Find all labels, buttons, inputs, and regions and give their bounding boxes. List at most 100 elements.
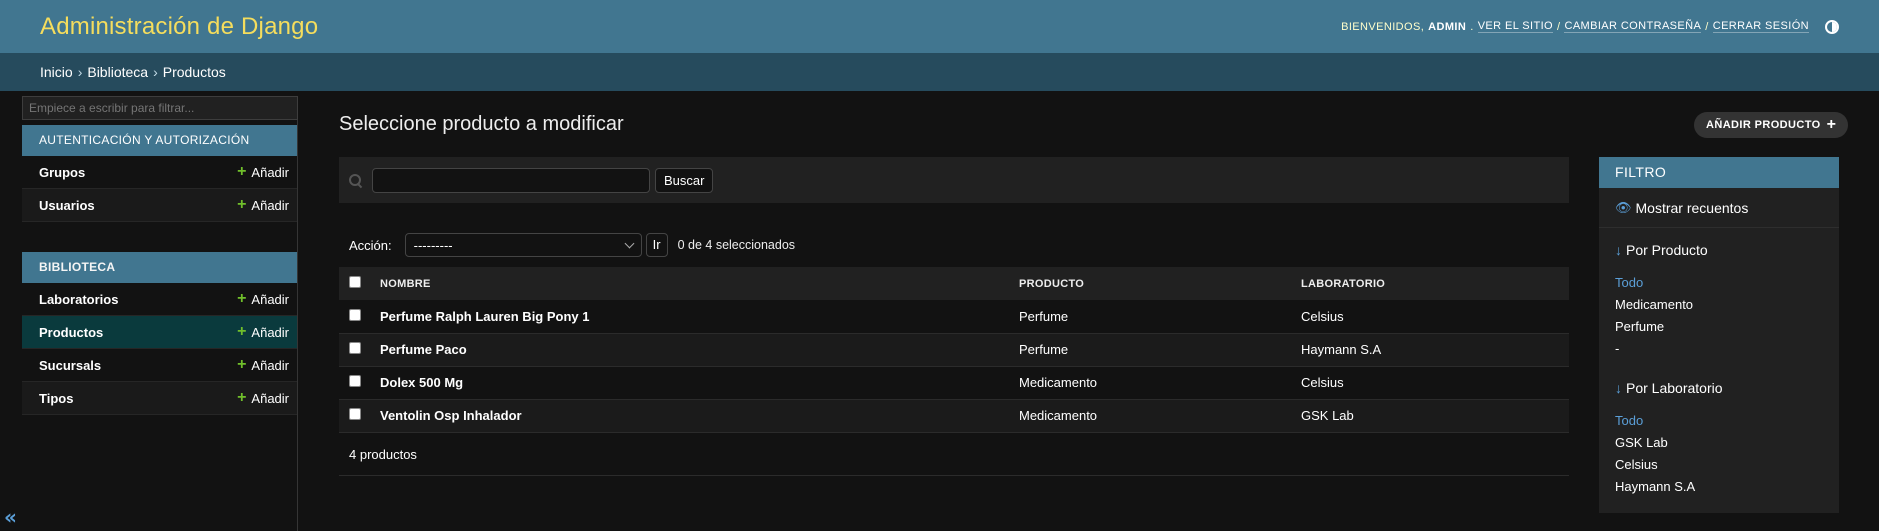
username: ADMIN [1428,20,1467,33]
cell-producto: Perfume [1019,308,1069,324]
arrow-down-icon: ↓ [1615,242,1622,258]
show-counts-link[interactable]: 👁 Mostrar recuentos [1599,188,1839,228]
show-counts-label: Mostrar recuentos [1635,199,1749,216]
module-spacer [22,222,297,247]
sidebar-item-label[interactable]: Laboratorios [39,292,118,307]
logout-link[interactable]: CERRAR SESIÓN [1712,20,1809,33]
welcome-text: BIENVENIDOS, [1341,20,1425,33]
add-label: Añadir [251,357,289,373]
filter-title-label: Por Producto [1626,242,1708,258]
row-link[interactable]: Perfume Paco [380,342,467,357]
action-select[interactable]: --------- [404,233,642,257]
cell-laboratorio: Celsius [1301,308,1344,324]
sidebar-item-grupos: Grupos + Añadir [22,156,297,189]
site-branding[interactable]: Administración de Django [40,13,318,41]
sidebar-item-label[interactable]: Grupos [39,165,85,180]
add-sucursal-link[interactable]: + Añadir [237,357,289,373]
arrow-down-icon: ↓ [1615,380,1622,396]
filter-header: FILTRO [1599,157,1839,188]
row-check-cell [339,366,380,399]
table-row: Dolex 500 Mg Medicamento Celsius [339,366,1569,399]
filter-choice[interactable]: Todo [1615,272,1823,294]
action-counter: 0 de 4 seleccionados [677,238,796,252]
filter-title-label: Por Laboratorio [1626,380,1723,396]
add-label: Añadir [251,324,289,340]
select-all-checkbox[interactable] [349,276,361,288]
column-header-producto[interactable]: PRODUCTO [1019,267,1301,300]
add-grupo-link[interactable]: + Añadir [237,164,289,180]
add-label: Añadir [251,291,289,307]
theme-toggle-icon[interactable] [1825,19,1839,34]
filter-choice[interactable]: Celsius [1615,454,1823,476]
period: . [1470,20,1474,33]
table-row: Perfume Ralph Lauren Big Pony 1 Perfume … [339,300,1569,333]
row-checkbox[interactable] [349,342,361,354]
breadcrumb-home[interactable]: Inicio [40,64,73,80]
header: Administración de Django BIENVENIDOS, AD… [0,0,1879,53]
row-checkbox[interactable] [349,408,361,420]
nav-filter-input[interactable] [22,96,298,120]
row-checkbox[interactable] [349,308,361,321]
separator: / [1705,20,1709,33]
filter-title[interactable]: ↓ Por Laboratorio [1615,378,1823,398]
toggle-sidebar-button[interactable]: « [4,505,17,529]
filter-choice[interactable]: Todo [1615,410,1823,432]
row-checkbox[interactable] [349,375,361,387]
change-password-link[interactable]: CAMBIAR CONTRASEÑA [1564,20,1702,33]
filter-title[interactable]: ↓ Por Producto [1615,240,1823,260]
plus-icon: + [237,163,247,180]
sidebar-item-label[interactable]: Productos [39,325,103,340]
column-header-laboratorio[interactable]: LABORATORIO [1301,267,1569,300]
sidebar-item-usuarios: Usuarios + Añadir [22,189,297,222]
add-tipo-link[interactable]: + Añadir [237,390,289,406]
cell-nombre: Ventolin Osp Inhalador [380,399,1019,432]
add-producto-link[interactable]: + Añadir [237,324,289,340]
search-button[interactable]: Buscar [655,167,714,193]
filter-choice[interactable]: Perfume [1615,316,1823,338]
view-site-link[interactable]: VER EL SITIO [1477,20,1553,33]
filter-choice[interactable]: - [1615,338,1823,360]
action-selected-value: --------- [413,237,453,253]
sidebar-item-laboratorios: Laboratorios + Añadir [22,283,297,316]
select-all-cell [339,267,380,300]
sidebar-item-label[interactable]: Sucursals [39,358,101,373]
row-link[interactable]: Dolex 500 Mg [380,375,463,390]
row-link[interactable]: Perfume Ralph Lauren Big Pony 1 [380,309,590,324]
row-check-cell [339,300,380,333]
sidebar-item-label[interactable]: Usuarios [39,198,95,213]
chevron-down-icon [624,238,635,248]
breadcrumb-app[interactable]: Biblioteca [87,64,148,80]
sidebar-item-tipos: Tipos + Añadir [22,382,297,415]
breadcrumb-separator: › [77,64,83,80]
filter-choices: Todo Medicamento Perfume - [1615,272,1823,360]
plus-icon: + [237,356,247,373]
column-header-nombre[interactable]: NOMBRE [380,267,1019,300]
search-toolbar: Buscar [339,157,1569,203]
filter-choice[interactable]: Medicamento [1615,294,1823,316]
plus-icon: + [237,196,247,213]
add-laboratorio-link[interactable]: + Añadir [237,291,289,307]
actions-bar: Acción: --------- Ir 0 de 4 seleccionado… [339,229,1569,261]
search-input[interactable] [372,167,650,193]
breadcrumb-separator: › [153,64,158,80]
result-table: NOMBRE PRODUCTO LABORATORIO Perfume Ralp… [339,267,1569,433]
add-usuario-link[interactable]: + Añadir [237,197,289,213]
paginator: 4 productos [339,433,1569,476]
cell-producto: Perfume [1019,342,1069,357]
add-producto-button[interactable]: AÑADIR PRODUCTO + [1694,112,1849,138]
filter-panel: FILTRO 👁 Mostrar recuentos ↓ Por Product… [1599,157,1839,513]
sidebar-item-label[interactable]: Tipos [39,391,73,406]
nav-sidebar: AUTENTICACIÓN Y AUTORIZACIÓN Grupos +Aña… [22,96,298,531]
action-label: Acción: [349,237,392,253]
changelist: Buscar Acción: --------- Ir 0 de 4 selec… [339,157,1569,476]
filter-choice[interactable]: GSK Lab [1615,432,1823,454]
filter-section-laboratorio: ↓ Por Laboratorio Todo GSK Lab Celsius H… [1599,360,1839,498]
filter-choices: Todo GSK Lab Celsius Haymann S.A [1615,410,1823,498]
go-button[interactable]: Ir [645,233,668,257]
module-caption-biblioteca[interactable]: BIBLIOTECA [22,252,297,283]
cell-nombre: Perfume Paco [380,333,1019,366]
filter-choice[interactable]: Haymann S.A [1615,476,1823,498]
row-link[interactable]: Ventolin Osp Inhalador [380,408,522,423]
module-caption-auth[interactable]: AUTENTICACIÓN Y AUTORIZACIÓN [22,125,297,156]
sidebar-item-productos: Productos + Añadir [22,316,297,349]
